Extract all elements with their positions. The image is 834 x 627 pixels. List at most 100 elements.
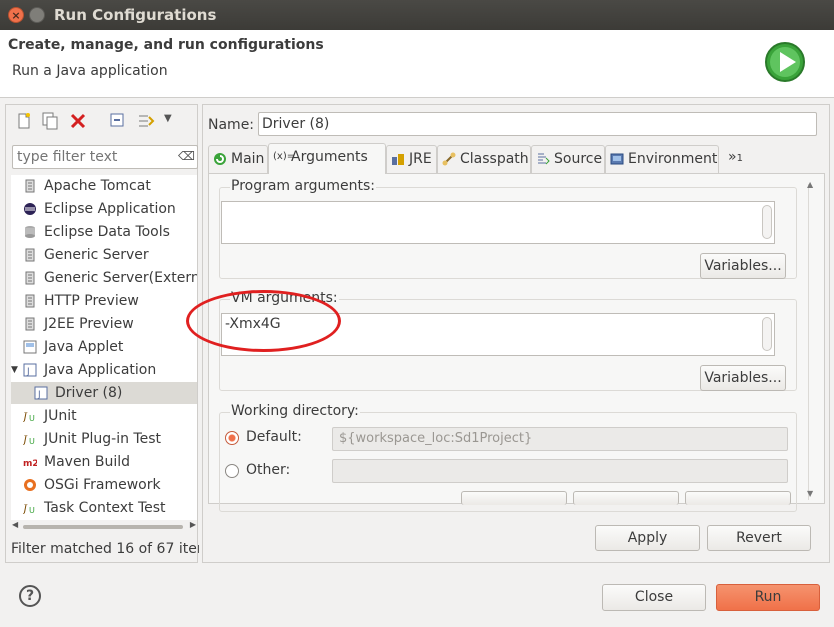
configuration-editor-pane: Name: Driver (8) Main (x)= Arguments JRE… [202,104,830,563]
data-tools-icon [25,226,35,238]
tab-label: Source [554,151,603,167]
tree-item-label: OSGi Framework [44,477,161,493]
tree-item[interactable]: Java Applet [11,336,197,358]
scroll-down-icon[interactable]: ▼ [807,489,813,498]
tree-item[interactable]: J Driver (8) [11,382,197,404]
tab-jre[interactable]: JRE [386,145,437,173]
scroll-left-icon[interactable]: ◀ [12,520,18,529]
vm-arguments-scrollbar[interactable] [762,317,772,351]
clear-filter-icon[interactable]: ⌫ [178,149,195,163]
tree-item[interactable]: Eclipse Data Tools [11,221,197,243]
file-system-button-partial[interactable] [573,491,679,505]
duplicate-config-icon[interactable] [40,111,60,131]
jre-tab-icon [392,154,404,165]
delete-config-icon[interactable] [68,111,88,131]
close-window-button[interactable]: × [8,7,24,23]
tree-item[interactable]: Apache Tomcat [11,175,197,197]
program-arguments-scrollbar[interactable] [762,205,772,239]
scroll-right-icon[interactable]: ▶ [190,520,196,529]
tab-main[interactable]: Main [208,145,268,173]
collapse-all-icon[interactable] [108,111,128,131]
tab-label: JRE [409,151,432,167]
revert-button[interactable]: Revert [707,525,811,551]
dialog-footer [0,567,834,627]
classpath-tab-icon [442,152,456,166]
tree-item[interactable]: J2EE Preview [11,313,197,335]
overflow-count: 1 [736,153,743,164]
tree-item[interactable]: m2 Maven Build [11,451,197,473]
tab-arguments[interactable]: (x)= Arguments [268,143,386,174]
filter-input-box[interactable]: ⌫ [12,145,198,169]
expand-arrow-icon[interactable]: ▼ [11,359,18,381]
tab-label: Environment [628,151,718,167]
tree-item-label: Eclipse Application [44,201,176,217]
junit-icon: JU [23,504,35,515]
tree-item[interactable]: HTTP Preview [11,290,197,312]
close-button[interactable]: Close [602,584,706,611]
scrollbar-thumb[interactable] [23,525,183,529]
configuration-list-pane: ▼ ⌫ Apache Tomcat Eclipse Application Ecli… [5,104,199,563]
vm-variables-button[interactable]: Variables... [700,365,786,391]
tree-item-label: HTTP Preview [44,293,139,309]
scroll-up-icon[interactable]: ▲ [807,180,813,189]
svg-text:U: U [29,414,35,423]
svg-text:J: J [23,504,28,515]
arguments-tab-content: Program arguments: Variables... VM argum… [208,173,825,512]
tree-item[interactable]: J U JUnit Plug-in Test [11,428,197,450]
svg-text:J: J [23,435,28,446]
tab-environment[interactable]: Environment [605,145,719,173]
dialog-header: Create, manage, and run configurations R… [0,30,834,98]
header-title: Create, manage, and run configurations [8,37,324,53]
tree-item-label: Task Context Test [44,500,166,516]
svg-text:U: U [29,506,35,515]
variables-button-partial[interactable] [685,491,791,505]
tree-item[interactable]: ▼ J Java Application [11,359,197,381]
tree-horizontal-scrollbar[interactable]: ◀ ▶ [11,520,197,534]
default-directory-input: ${workspace_loc:Sd1Project} [332,427,788,451]
default-radio[interactable] [225,431,239,445]
server-icon [25,271,35,285]
name-input[interactable]: Driver (8) [258,112,817,136]
tree-item-label: Maven Build [44,454,131,470]
tab-label: Arguments [291,149,368,165]
default-label: Default: [246,429,302,445]
tree-item[interactable]: Eclipse Application [11,198,197,220]
tree-item[interactable]: Generic Server [11,244,197,266]
view-menu-chevron-icon[interactable]: ▼ [164,113,172,124]
help-icon[interactable]: ? [19,585,41,607]
svg-text:J: J [37,390,41,400]
filter-input[interactable] [13,146,173,168]
tab-content-scrollbar[interactable]: ▲ ▼ [807,180,816,500]
filter-status: Filter matched 16 of 67 item [11,541,199,557]
run-button[interactable]: Run [716,584,820,611]
maven-icon: m2 [23,459,37,469]
apply-button[interactable]: Apply [595,525,700,551]
new-config-icon[interactable] [14,111,34,131]
vm-arguments-input[interactable]: -Xmx4G [221,313,775,356]
tab-classpath[interactable]: Classpath [437,145,531,173]
tree-item[interactable]: OSGi Framework [11,474,197,496]
other-radio[interactable] [225,464,239,478]
header-subtitle: Run a Java application [12,63,168,79]
tree-item[interactable]: J U Task Context Test [11,497,197,519]
server-icon [25,294,35,308]
filter-config-icon[interactable] [136,111,156,131]
junit-icon: JU [23,435,35,446]
tab-overflow[interactable]: »1 [728,149,743,165]
tab-source[interactable]: Source [531,145,605,173]
program-arguments-input[interactable] [221,201,775,244]
tree-item-label: J2EE Preview [44,316,134,332]
program-variables-button[interactable]: Variables... [700,253,786,279]
junit-icon: JU [23,412,35,423]
other-directory-input[interactable] [332,459,788,483]
window-title: Run Configurations [54,6,217,24]
tree-item[interactable]: J U JUnit [11,405,197,427]
tree-item[interactable]: Generic Server(Extern [11,267,197,289]
minimize-window-button[interactable] [29,7,45,23]
tree-item-label: Java Application [44,362,157,378]
source-tab-icon [538,153,550,165]
tree-item-label: Driver (8) [55,385,123,401]
workspace-button-partial[interactable] [461,491,567,505]
vm-arguments-text: -Xmx4G [225,316,281,332]
tree-item-label: JUnit [44,408,77,424]
